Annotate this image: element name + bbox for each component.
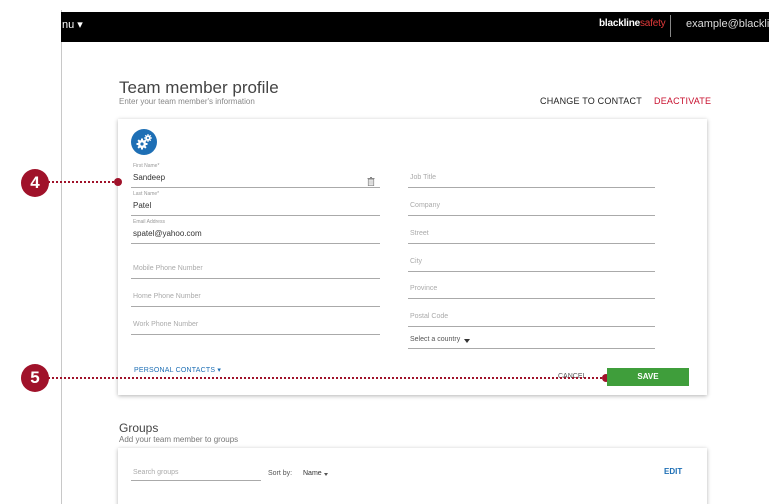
topbar-divider xyxy=(670,15,671,37)
brand-text-blackline: blackline xyxy=(599,18,640,29)
province-placeholder: Province xyxy=(410,285,438,292)
settings-gear-icon[interactable] xyxy=(131,129,157,155)
deactivate-link[interactable]: DEACTIVATE xyxy=(654,96,711,106)
first-name-value: Sandeep xyxy=(133,173,166,182)
search-groups-placeholder: Search groups xyxy=(133,469,179,476)
job-title-field[interactable]: Job Title xyxy=(408,172,655,188)
mobile-phone-placeholder: Mobile Phone Number xyxy=(133,265,203,272)
city-field[interactable]: City xyxy=(408,256,655,272)
personal-contacts-toggle[interactable]: PERSONAL CONTACTS ▾ xyxy=(134,366,221,374)
home-phone-field[interactable]: Home Phone Number xyxy=(131,291,380,307)
last-name-label: Last Name* xyxy=(133,191,160,197)
change-to-contact-link[interactable]: CHANGE TO CONTACT xyxy=(540,96,642,106)
work-phone-placeholder: Work Phone Number xyxy=(133,321,199,328)
job-title-placeholder: Job Title xyxy=(410,174,437,181)
trash-icon[interactable] xyxy=(367,177,375,186)
sort-chevron-down-icon xyxy=(324,473,328,476)
page-subtitle: Enter your team member's information xyxy=(119,97,255,106)
brand-text-safety: safety xyxy=(640,18,666,29)
country-select[interactable]: Select a country xyxy=(408,333,655,349)
city-placeholder: City xyxy=(410,258,423,265)
step-badge-4: 4 xyxy=(21,169,49,197)
email-field[interactable]: Email Address spatel@yahoo.com xyxy=(131,219,380,244)
street-placeholder: Street xyxy=(410,230,429,237)
work-phone-field[interactable]: Work Phone Number xyxy=(131,319,380,335)
chevron-down-icon xyxy=(464,339,470,343)
annotation-dot-4 xyxy=(114,178,122,186)
first-name-label: First Name* xyxy=(133,163,160,169)
postal-code-placeholder: Postal Code xyxy=(410,313,449,320)
country-select-value: Select a country xyxy=(410,336,461,343)
last-name-value: Patel xyxy=(133,201,152,210)
annotation-leader-4 xyxy=(48,181,118,183)
search-groups-input[interactable]: Search groups xyxy=(131,466,261,481)
province-field[interactable]: Province xyxy=(408,283,655,299)
email-label: Email Address xyxy=(133,219,165,225)
home-phone-placeholder: Home Phone Number xyxy=(133,293,201,300)
last-name-field[interactable]: Last Name* Patel xyxy=(131,191,380,216)
blackline-safety-logo: blacklinesafety xyxy=(599,18,666,29)
first-name-field[interactable]: First Name* Sandeep xyxy=(131,163,380,188)
email-value: spatel@yahoo.com xyxy=(133,229,202,238)
step-badge-5: 5 xyxy=(21,364,49,392)
mobile-phone-field[interactable]: Mobile Phone Number xyxy=(131,263,380,279)
edit-groups-button[interactable]: EDIT xyxy=(664,467,682,476)
page-title: Team member profile xyxy=(119,78,279,97)
street-field[interactable]: Street xyxy=(408,228,655,244)
groups-subtitle: Add your team member to groups xyxy=(119,435,239,444)
company-field[interactable]: Company xyxy=(408,200,655,216)
groups-title: Groups xyxy=(119,421,159,435)
company-placeholder: Company xyxy=(410,202,440,209)
user-account-menu[interactable]: example@blacklinesafety.com xyxy=(686,18,769,30)
annotation-leader-5 xyxy=(48,377,606,379)
sort-by-label: Sort by: xyxy=(268,470,293,477)
postal-code-field[interactable]: Postal Code xyxy=(408,311,655,327)
menu-dropdown[interactable]: nu ▾ xyxy=(62,18,83,31)
save-button[interactable]: SAVE xyxy=(607,368,689,386)
sort-by-dropdown[interactable]: Name xyxy=(303,470,322,477)
gears-icon xyxy=(136,134,152,150)
